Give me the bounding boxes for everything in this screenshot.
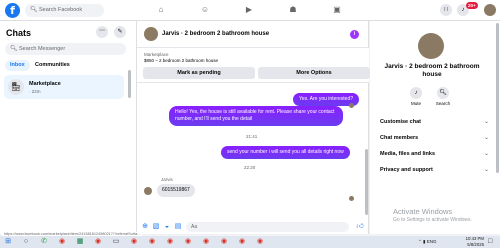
- message-timestamp: 21:41: [246, 134, 258, 139]
- privacy-support-row[interactable]: Privacy and support: [380, 167, 433, 173]
- message-list: Yes. Are you interested? Hello! Yes, the…: [137, 83, 369, 221]
- plus-icon[interactable]: ⊕: [141, 223, 149, 231]
- notification-count-badge: 20+: [466, 2, 478, 9]
- excel-icon[interactable]: ▦: [75, 237, 85, 247]
- chevron-down-icon[interactable]: ⌄: [484, 150, 489, 157]
- conversation-time: · 22m: [29, 89, 41, 94]
- chevron-down-icon[interactable]: ⌄: [484, 166, 489, 173]
- outgoing-message: Hello! Yes, the house is still available…: [169, 106, 343, 126]
- conversation-info-panel: Jarvis · 2 bedroom 2 bathroom house ♪ Mu…: [370, 21, 500, 234]
- chevron-down-icon[interactable]: ⌄: [484, 134, 489, 141]
- conversation-item-marketplace[interactable]: 🏪︎ Marketplace · 22m: [4, 75, 124, 99]
- conversation-panel: Jarvis · 2 bedroom 2 bathroom house i Ma…: [137, 21, 370, 234]
- clock-date: 5/8/2025: [467, 241, 484, 247]
- contact-avatar-large[interactable]: [418, 33, 444, 59]
- file-explorer-icon[interactable]: ▭: [111, 237, 121, 247]
- profile-avatar[interactable]: [484, 4, 496, 16]
- chrome-icon[interactable]: ◉: [93, 237, 103, 247]
- gaming-icon[interactable]: ▣: [331, 4, 343, 16]
- marketplace-listing-strip: Marketplace $850 – 2 bedroom 2 bathroom …: [137, 48, 370, 83]
- listing-summary[interactable]: $850 – 2 bedroom 2 bathroom house: [144, 58, 218, 63]
- message-input[interactable]: Aa: [186, 222, 349, 232]
- chrome-icon[interactable]: ◉: [183, 237, 193, 247]
- conversation-title[interactable]: Jarvis · 2 bedroom 2 bathroom house: [162, 31, 269, 37]
- chats-scrollbar[interactable]: [128, 70, 131, 98]
- media-files-links-row[interactable]: Media, files and links: [380, 151, 435, 157]
- video-icon[interactable]: ▶: [243, 4, 255, 16]
- windows-start-icon[interactable]: ⊞: [3, 237, 13, 247]
- conversation-scrollbar[interactable]: [365, 149, 368, 215]
- search-facebook-placeholder: Search Facebook: [39, 7, 83, 13]
- top-navigation-bar: f 🔍︎ Search Facebook ⌂ ☺ ▶ ☗ ▣ ∷ ♪ 20+: [0, 0, 500, 21]
- sender-avatar: [144, 187, 152, 195]
- chrome-icon[interactable]: ◉: [165, 237, 175, 247]
- whatsapp-icon[interactable]: ✆: [39, 237, 49, 247]
- chrome-icon[interactable]: ◉: [237, 237, 247, 247]
- new-message-icon[interactable]: ✎: [114, 26, 126, 38]
- facebook-logo[interactable]: f: [5, 3, 20, 18]
- search-messenger-input[interactable]: 🔍︎ Search Messenger: [5, 43, 126, 55]
- clock[interactable]: 10:43 PM 5/8/2025: [462, 236, 484, 247]
- mute-bell-icon[interactable]: ♪: [410, 87, 422, 99]
- search-icon: 🔍︎: [10, 46, 18, 52]
- more-options-button[interactable]: More Options: [258, 67, 370, 79]
- tab-inbox[interactable]: Inbox: [5, 60, 30, 71]
- activate-windows-watermark: Activate Windows: [393, 207, 453, 216]
- message-input-placeholder: Aa: [191, 224, 198, 230]
- chrome-icon[interactable]: ◉: [219, 237, 229, 247]
- language-indicator: ENG: [426, 239, 437, 244]
- search-facebook-input[interactable]: 🔍︎ Search Facebook: [25, 4, 104, 17]
- chrome-icon[interactable]: ◉: [255, 237, 265, 247]
- info-icon[interactable]: i: [350, 30, 359, 39]
- read-receipt-avatar: [349, 103, 354, 108]
- chrome-icon[interactable]: ◉: [201, 237, 211, 247]
- outgoing-message: send your number i will send you all det…: [221, 146, 350, 159]
- activate-windows-subtext: Go to Settings to activate Windows.: [393, 217, 472, 223]
- contact-name: Jarvis · 2 bedroom 2 bathroom house: [384, 63, 480, 78]
- conversation-header: Jarvis · 2 bedroom 2 bathroom house i: [137, 21, 369, 48]
- sender-name: Jarvis: [161, 177, 173, 182]
- menu-grid-icon[interactable]: ∷: [440, 4, 452, 16]
- system-tray[interactable]: ⌃ ▮ ENG: [418, 237, 437, 247]
- mute-label: Mute: [410, 101, 421, 106]
- search-icon[interactable]: ○: [21, 237, 31, 247]
- sticker-icon[interactable]: ◒: [163, 223, 171, 231]
- windows-taskbar: ⊞ ○ ✆ ◉ ▦ ◉ ▭ ◉ ◉ ◉ ◉ ◉ ◉ ◉ ◉ ⌃ ▮ ENG 10…: [0, 236, 500, 248]
- search-messenger-placeholder: Search Messenger: [19, 46, 66, 52]
- chrome-icon[interactable]: ◉: [57, 237, 67, 247]
- notification-center-icon[interactable]: □: [488, 237, 492, 247]
- read-receipt-avatar: [349, 196, 354, 201]
- chrome-icon[interactable]: ◉: [129, 237, 139, 247]
- chat-members-row[interactable]: Chat members: [380, 135, 418, 141]
- marketplace-icon[interactable]: ☗: [287, 4, 299, 16]
- gif-icon[interactable]: ▤: [174, 223, 182, 231]
- marketplace-store-icon: 🏪︎: [8, 79, 24, 95]
- like-thumbs-up-icon[interactable]: 👍︎: [356, 223, 364, 231]
- mark-as-pending-button[interactable]: Mark as pending: [143, 67, 255, 79]
- chrome-icon[interactable]: ◉: [147, 237, 157, 247]
- chevron-down-icon[interactable]: ⌄: [484, 118, 489, 125]
- incoming-message: 6015519867: [157, 184, 195, 197]
- clock-time: 10:43 PM: [465, 236, 484, 241]
- image-icon[interactable]: ▧: [152, 223, 160, 231]
- contact-avatar[interactable]: [144, 27, 158, 41]
- message-timestamp: 22:20: [244, 165, 256, 170]
- chats-title: Chats: [6, 28, 32, 38]
- more-options-icon[interactable]: ⋯: [96, 26, 108, 38]
- tab-communities[interactable]: Communities: [30, 60, 75, 71]
- info-panel-scrollbar[interactable]: [496, 23, 499, 173]
- message-composer: ⊕ ▧ ◒ ▤ Aa 👍︎: [137, 221, 369, 234]
- chats-sidebar: Chats ⋯ ✎ 🔍︎ Search Messenger Inbox Comm…: [0, 21, 137, 234]
- marketplace-label: Marketplace: [144, 52, 169, 57]
- home-icon[interactable]: ⌂: [155, 4, 167, 16]
- customise-chat-row[interactable]: Customise chat: [380, 119, 421, 125]
- friends-icon[interactable]: ☺: [199, 4, 211, 16]
- conversation-name: Marketplace: [29, 81, 61, 87]
- search-label: Search: [435, 101, 451, 106]
- search-icon: 🔍︎: [30, 7, 38, 13]
- search-icon[interactable]: 🔍︎: [437, 87, 449, 99]
